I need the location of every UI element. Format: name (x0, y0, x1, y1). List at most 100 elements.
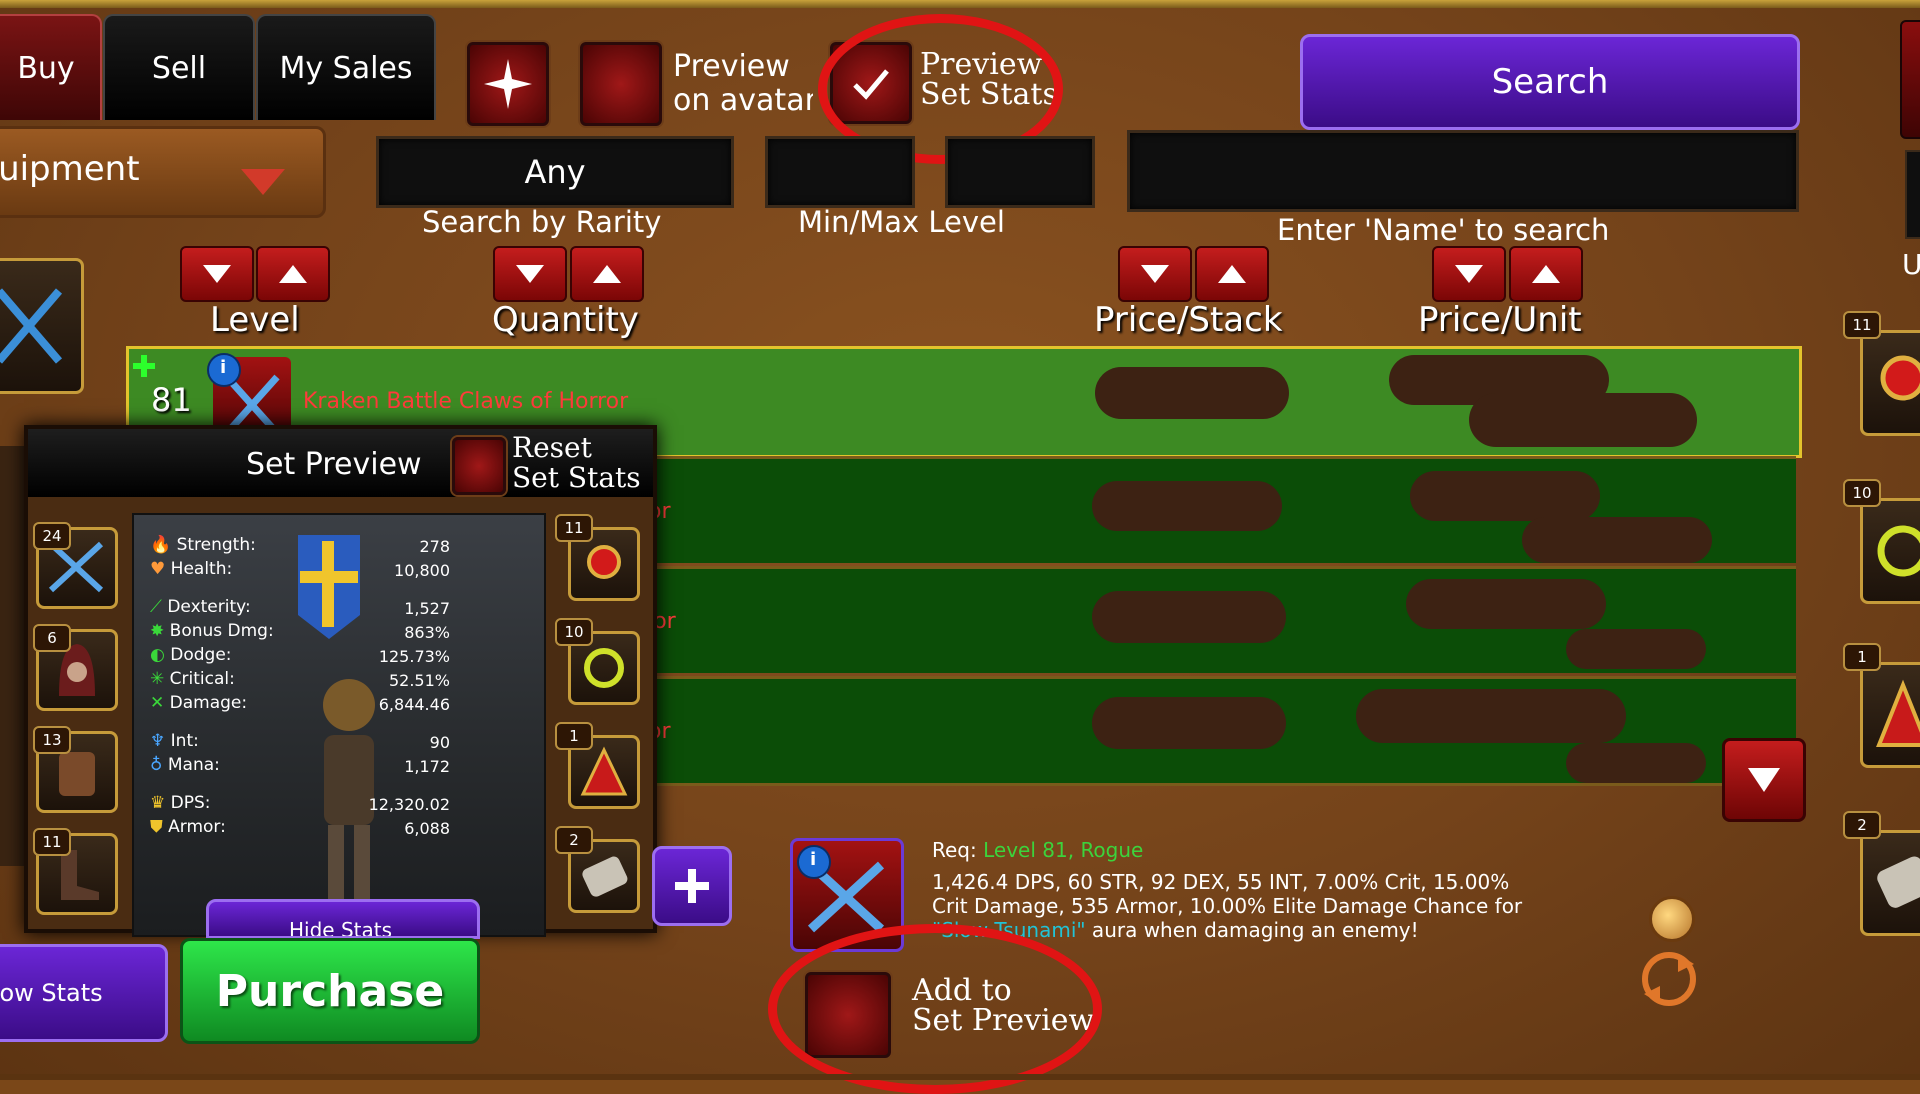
min-level-input[interactable] (765, 136, 915, 208)
tab-buy[interactable]: Buy (0, 14, 102, 120)
bracer-icon (1877, 856, 1920, 908)
set-slot-trinket[interactable]: 1 (555, 722, 640, 809)
tab-buy-label: Buy (17, 50, 75, 86)
plus-icon (675, 869, 709, 903)
price-unit-sort-asc-button[interactable] (1509, 246, 1583, 302)
stat-label-damage: ✕ Damage: (150, 693, 248, 713)
refresh-icon[interactable] (1638, 950, 1700, 1008)
level-sort-desc-button[interactable] (180, 246, 254, 302)
gold-bag-icon[interactable] (1649, 896, 1695, 942)
category-dropdown[interactable]: Equipment (0, 126, 326, 218)
req-class: Rogue (1080, 838, 1144, 862)
show-stats-button[interactable]: Show Stats (0, 944, 168, 1042)
banner-icon (298, 535, 360, 639)
scroll-down-button[interactable] (1722, 738, 1806, 822)
redacted-price-unit (1406, 579, 1606, 629)
right-edge-box (1905, 150, 1920, 239)
arrow-up-icon (1218, 265, 1246, 283)
stat-value-int: 90 (429, 733, 450, 752)
name-search-input[interactable] (1127, 130, 1799, 212)
stat-label-armor: ⛊ Armor: (150, 817, 226, 837)
price-unit-sort-desc-button[interactable] (1432, 246, 1506, 302)
rarity-select-value: Any (524, 153, 586, 191)
plus-icon (133, 355, 155, 377)
set-slot-boots[interactable]: 11 (33, 828, 118, 915)
set-slot-weapon[interactable]: 24 (33, 522, 118, 609)
column-header-quantity: Quantity (492, 300, 639, 340)
column-header-price-stack: Price/Stack (1094, 300, 1283, 340)
slot-level-badge: 10 (555, 618, 593, 646)
info-icon[interactable]: i (797, 845, 831, 879)
hide-stats-button[interactable]: Hide Stats (206, 899, 480, 939)
amulet-icon (1877, 525, 1920, 577)
purchase-button[interactable]: Purchase (180, 938, 480, 1044)
stat-label-strength: 🔥 Strength: (150, 535, 256, 555)
rarity-caption: Search by Rarity (422, 205, 662, 239)
aura-description: aura when damaging an enemy! (1085, 918, 1419, 942)
set-preview-header: Set Preview Reset Set Stats (28, 429, 653, 497)
quantity-sort-desc-button[interactable] (493, 246, 567, 302)
redacted-price-stack (1095, 367, 1289, 419)
set-slot-amulet[interactable]: 10 (555, 618, 640, 705)
item-description-line-2: Crit Damage, 535 Armor, 10.00% Elite Dam… (932, 894, 1523, 918)
max-level-input[interactable] (945, 136, 1095, 208)
stat-label-critical: ✳ Critical: (150, 669, 235, 689)
search-button[interactable]: Search (1300, 34, 1800, 130)
redacted-price-unit (1356, 689, 1626, 743)
stat-value-mana: 1,172 (404, 757, 450, 776)
slot-level-badge: 1 (1843, 643, 1881, 671)
right-edge-button[interactable] (1900, 20, 1920, 139)
info-icon[interactable]: i (207, 353, 241, 387)
price-stack-sort-desc-button[interactable] (1118, 246, 1192, 302)
stat-value-dodge: 125.73% (378, 647, 450, 666)
level-sort-asc-button[interactable] (256, 246, 330, 302)
add-slot-button[interactable] (652, 846, 732, 926)
arrow-down-icon (1141, 265, 1169, 283)
level-caption: Min/Max Level (798, 205, 1005, 239)
stat-value-health: 10,800 (394, 561, 450, 580)
arrow-up-icon (279, 265, 307, 283)
hide-stats-label: Hide Stats (289, 918, 393, 939)
search-button-label: Search (1491, 62, 1609, 102)
quantity-sort-asc-button[interactable] (570, 246, 644, 302)
top-border (0, 0, 1920, 8)
preview-avatar-checkbox[interactable] (580, 42, 662, 126)
item-description-line-1: 1,426.4 DPS, 60 STR, 92 DEX, 55 INT, 7.0… (932, 870, 1510, 894)
right-slot-bracer[interactable]: 2 (1843, 811, 1920, 936)
slot-level-badge: 13 (33, 726, 71, 754)
right-slot-trinket[interactable]: 1 (1843, 643, 1920, 768)
slot-level-badge: 1 (555, 722, 593, 750)
trinket-icon (1876, 679, 1920, 747)
favorite-toggle-button[interactable] (467, 42, 549, 126)
show-stats-label: Show Stats (0, 979, 103, 1007)
slot-level-badge: 2 (555, 826, 593, 854)
stat-value-damage: 6,844.46 (378, 695, 450, 714)
right-slot-ring[interactable]: 11 (1843, 311, 1920, 436)
set-slot-ring[interactable]: 11 (555, 514, 640, 601)
tab-my-sales[interactable]: My Sales (256, 14, 436, 120)
slot-level-badge: 2 (1843, 811, 1881, 839)
set-slot-bracer[interactable]: 2 (555, 826, 640, 913)
slot-level-badge: 11 (555, 514, 593, 542)
arrow-down-icon (516, 265, 544, 283)
right-edge-letter: U (1902, 248, 1920, 281)
equipped-weapon-slot[interactable] (0, 258, 84, 394)
sparkle-icon (484, 59, 532, 109)
rarity-select[interactable]: Any (376, 136, 734, 208)
reset-set-stats-button[interactable] (452, 437, 506, 495)
set-slot-armor[interactable]: 13 (33, 726, 118, 813)
tab-my-sales-label: My Sales (279, 50, 413, 86)
slot-level-badge: 10 (1843, 479, 1881, 507)
stat-value-armor: 6,088 (404, 819, 450, 838)
redacted-price-stack (1092, 591, 1286, 643)
right-slot-amulet[interactable]: 10 (1843, 479, 1920, 604)
purchase-button-label: Purchase (215, 965, 445, 1017)
listing-item-name: Kraken Battle Claws of Horror (303, 389, 629, 414)
tab-sell[interactable]: Sell (103, 14, 255, 120)
tab-sell-label: Sell (151, 50, 207, 86)
stat-label-bonus-dmg: ✸ Bonus Dmg: (150, 621, 274, 641)
price-stack-sort-asc-button[interactable] (1195, 246, 1269, 302)
set-slot-helm[interactable]: 6 (33, 624, 118, 711)
arrow-down-icon (1748, 768, 1780, 792)
redacted-price-unit-2 (1522, 517, 1712, 563)
